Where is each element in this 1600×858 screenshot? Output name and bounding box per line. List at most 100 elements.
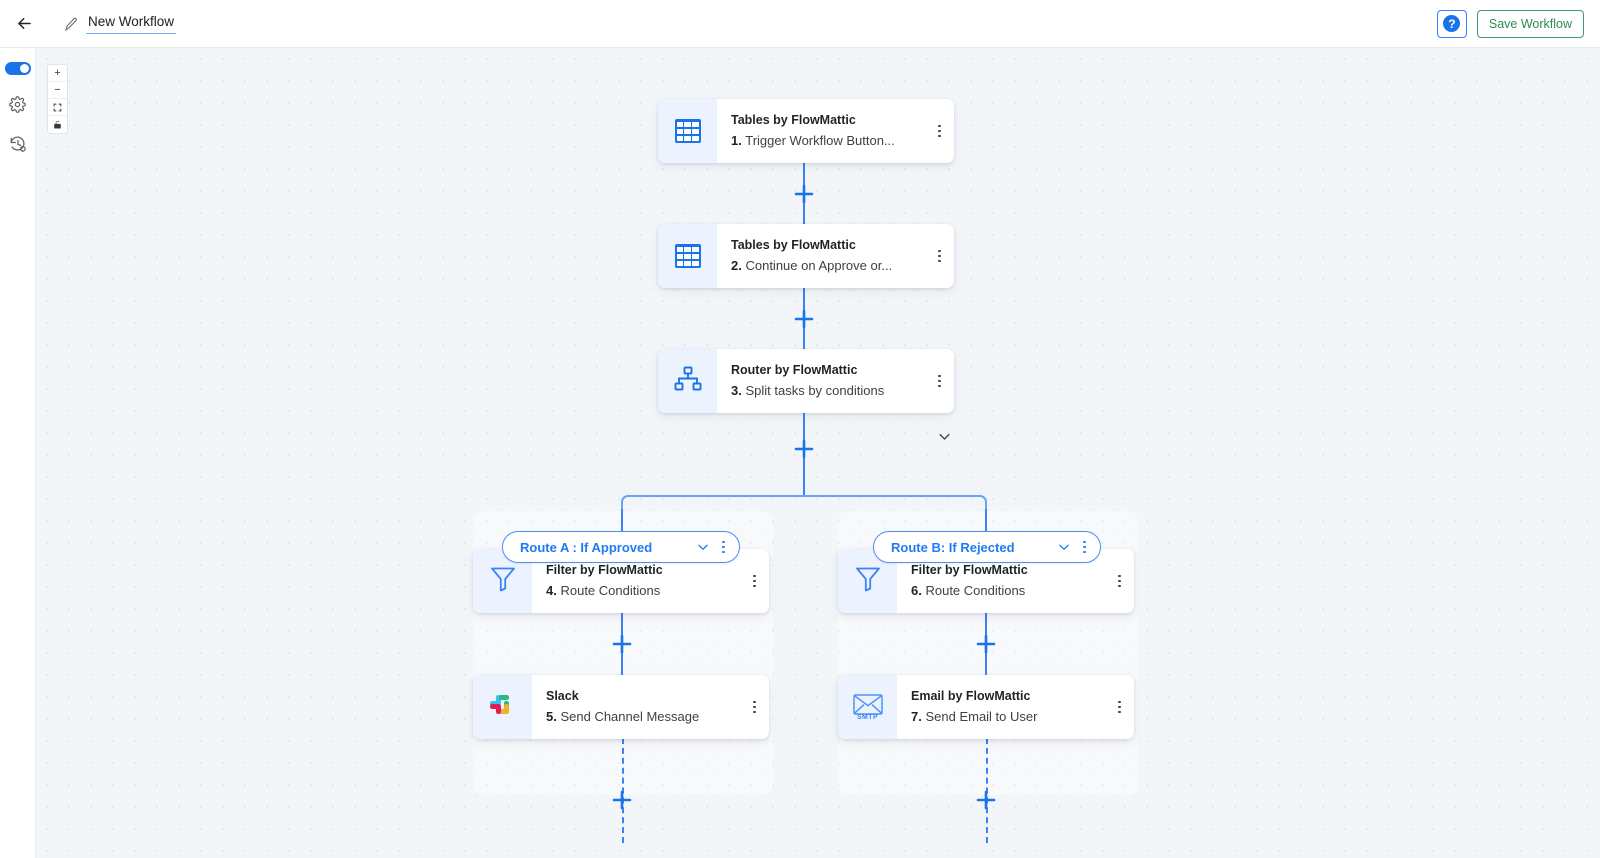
zoom-out-button[interactable]: − [48, 82, 67, 99]
back-arrow-icon[interactable] [10, 10, 38, 38]
connector-split-route-b [985, 509, 987, 531]
node-action-label: Send Email to User [925, 709, 1038, 724]
node-icon-container [473, 675, 532, 739]
node-app-name: Slack [546, 689, 579, 703]
left-rail [0, 48, 36, 858]
route-b-menu-icon[interactable] [1081, 538, 1088, 557]
route-a-label: Route A : If Approved [520, 539, 653, 555]
node-icon-container [658, 349, 717, 413]
node-text: Tables by FlowMattic 2. Continue on Appr… [717, 224, 936, 288]
filter-icon [490, 565, 516, 598]
workflow-node-5[interactable]: Slack 5. Send Channel Message [473, 675, 769, 739]
route-b-label: Route B: If Rejected [891, 539, 1015, 555]
node-step-number: 2. [731, 258, 742, 273]
help-icon: ? [1443, 15, 1461, 32]
node-step-number: 5. [546, 709, 557, 724]
add-step-button-5[interactable] [612, 790, 632, 810]
node-app-name: Filter by FlowMattic [546, 563, 663, 577]
node-actions [1116, 549, 1134, 613]
node-icon-container [658, 99, 717, 163]
save-workflow-button[interactable]: Save Workflow [1476, 9, 1584, 38]
node-step-number: 6. [911, 583, 922, 598]
node-action-label: Route Conditions [560, 583, 661, 598]
lock-button[interactable] [48, 116, 67, 133]
zoom-in-button[interactable]: + [48, 65, 67, 82]
smtp-label: SMTP [856, 713, 879, 721]
workflow-canvas[interactable]: + − Tables by FlowMattic 1. Trigger Work… [36, 48, 1600, 858]
node-action: 5. Send Channel Message [546, 707, 745, 726]
route-b-pill[interactable]: Route B: If Rejected [873, 531, 1101, 563]
node-action: 4. Route Conditions [546, 581, 745, 600]
route-a-menu-icon[interactable] [720, 538, 727, 557]
node-action-label: Split tasks by conditions [745, 383, 885, 398]
node-menu-icon[interactable] [936, 122, 943, 141]
route-a-pill[interactable]: Route A : If Approved [502, 531, 740, 563]
node-action: 1. Trigger Workflow Button... [731, 131, 930, 150]
router-split-connector [621, 495, 987, 509]
workflow-node-2[interactable]: Tables by FlowMattic 2. Continue on Appr… [658, 224, 954, 288]
node-action-label: Continue on Approve or... [745, 258, 893, 273]
node-step-number: 4. [546, 583, 557, 598]
add-step-button-3[interactable] [794, 439, 814, 459]
gear-icon[interactable] [7, 93, 29, 115]
node-icon-container [658, 224, 717, 288]
node-app-name: Filter by FlowMattic [911, 563, 1028, 577]
route-a-chevron-down-icon[interactable] [696, 540, 710, 554]
tables-icon [674, 244, 701, 268]
node-text: Router by FlowMattic 3. Split tasks by c… [717, 349, 936, 413]
node-actions [936, 224, 954, 288]
node-menu-icon[interactable] [936, 372, 943, 391]
node-action-label: Send Channel Message [560, 709, 700, 724]
pencil-icon[interactable] [64, 17, 78, 31]
add-step-button-6[interactable] [976, 634, 996, 654]
connector-split-route-a [621, 509, 623, 531]
node-action: 2. Continue on Approve or... [731, 256, 930, 275]
node-step-number: 7. [911, 709, 922, 724]
workflow-node-3[interactable]: Router by FlowMattic 3. Split tasks by c… [658, 349, 954, 413]
workflow-title-group: New Workflow [64, 14, 177, 34]
email-smtp-icon: SMTP [852, 693, 883, 721]
node-action: 7. Send Email to User [911, 707, 1110, 726]
node-menu-icon[interactable] [751, 698, 758, 717]
tables-icon [674, 119, 701, 143]
node-action-label: Route Conditions [925, 583, 1026, 598]
workflow-node-7[interactable]: SMTP Email by FlowMattic 7. Send Email t… [838, 675, 1134, 739]
node-text: Tables by FlowMattic 1. Trigger Workflow… [717, 99, 936, 163]
router-expand-chevron-icon[interactable] [937, 429, 952, 444]
add-step-button-1[interactable] [794, 184, 814, 204]
node-actions [751, 549, 769, 613]
fit-view-button[interactable] [48, 99, 67, 116]
node-app-name: Router by FlowMattic [731, 363, 858, 377]
help-button[interactable]: ? [1436, 9, 1467, 38]
node-menu-icon[interactable] [751, 572, 758, 591]
workflow-node-1[interactable]: Tables by FlowMattic 1. Trigger Workflow… [658, 99, 954, 163]
node-step-number: 1. [731, 133, 742, 148]
node-actions [936, 99, 954, 163]
node-text: Slack 5. Send Channel Message [532, 675, 751, 739]
node-actions [936, 349, 954, 413]
router-icon [674, 366, 702, 397]
node-icon-container: SMTP [838, 675, 897, 739]
slack-icon [490, 694, 515, 720]
node-action: 6. Route Conditions [911, 581, 1110, 600]
add-step-button-2[interactable] [794, 309, 814, 329]
history-icon[interactable] [7, 133, 29, 155]
node-menu-icon[interactable] [1116, 572, 1123, 591]
node-app-name: Tables by FlowMattic [731, 238, 856, 252]
node-app-name: Email by FlowMattic [911, 689, 1031, 703]
node-action: 3. Split tasks by conditions [731, 381, 930, 400]
workflow-active-toggle[interactable] [4, 62, 31, 75]
node-menu-icon[interactable] [936, 247, 943, 266]
top-bar: New Workflow ? Save Workflow [0, 0, 1600, 48]
node-menu-icon[interactable] [1116, 698, 1123, 717]
filter-icon [855, 565, 881, 598]
node-step-number: 3. [731, 383, 742, 398]
node-app-name: Tables by FlowMattic [731, 113, 856, 127]
node-actions [1116, 675, 1134, 739]
add-step-button-7[interactable] [976, 790, 996, 810]
add-step-button-4[interactable] [612, 634, 632, 654]
workflow-title-input[interactable]: New Workflow [86, 14, 177, 34]
node-actions [751, 675, 769, 739]
route-b-chevron-down-icon[interactable] [1057, 540, 1071, 554]
canvas-zoom-toolbar: + − [47, 64, 68, 134]
